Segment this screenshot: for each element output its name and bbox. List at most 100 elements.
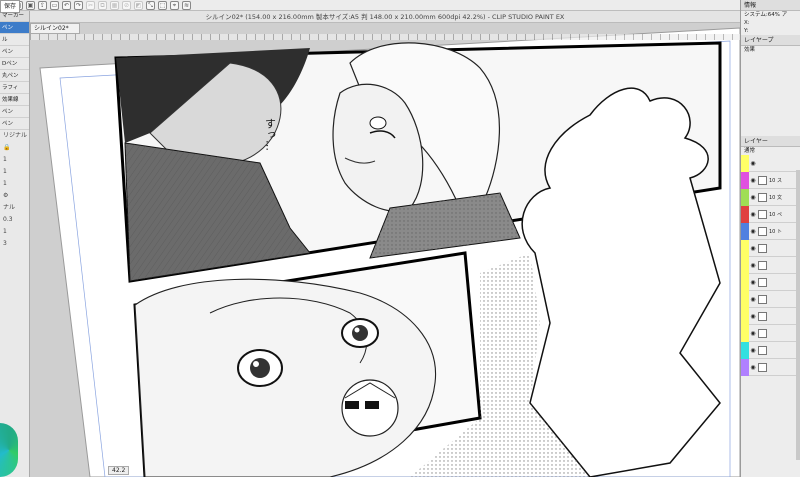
size-value[interactable]: 1 xyxy=(0,178,29,190)
size-value[interactable]: 1 xyxy=(0,154,29,166)
panel-spacer xyxy=(741,54,800,136)
manga-page[interactable]: すっ… xyxy=(30,23,740,477)
tool-item[interactable]: ペン xyxy=(0,118,29,130)
layer-row[interactable]: ◉ xyxy=(741,358,800,376)
layer-thumbnail xyxy=(758,226,767,236)
eye-icon[interactable]: ◉ xyxy=(749,296,757,303)
brush-size-option[interactable]: 1 xyxy=(0,226,29,238)
layer-thumbnail xyxy=(758,260,767,270)
tool-panel: マーカー ペン ル ペン Dペン 丸ペン ラフィ 効果線 ペン ペン リジナル … xyxy=(0,11,30,477)
layer-row[interactable]: ◉ xyxy=(741,290,800,308)
effect-label: 効果 xyxy=(744,47,756,53)
tool-item[interactable]: ラフィ xyxy=(0,82,29,94)
color-wheel[interactable] xyxy=(0,423,18,477)
size-value[interactable]: 1 xyxy=(0,166,29,178)
right-panels: 情報 システム:64% ア X: Y: レイヤープ 効果 レイヤー 通常 ◉ ◉ 1… xyxy=(740,0,800,477)
eye-icon[interactable]: ◉ xyxy=(749,211,757,218)
subtool-header: リジナル xyxy=(3,132,28,139)
layer-thumbnail xyxy=(758,311,767,321)
layers-tab[interactable]: レイヤー xyxy=(741,136,800,147)
brush-size-option[interactable]: 3 xyxy=(0,238,29,250)
layer-property-tab[interactable]: レイヤープ xyxy=(741,35,800,46)
redo-icon[interactable]: ↷ xyxy=(74,0,83,10)
brush-size-option[interactable]: 0.3 xyxy=(0,214,29,226)
eye-icon[interactable]: ◉ xyxy=(749,330,757,337)
eye-icon[interactable]: ◉ xyxy=(749,245,757,252)
layer-color-tag xyxy=(741,188,749,206)
layer-thumbnail xyxy=(758,277,767,287)
coord-y-label: Y: xyxy=(744,28,749,34)
layer-color-tag xyxy=(741,239,749,257)
layer-color-tag xyxy=(741,341,749,359)
layer-stack-icon[interactable]: ≋ xyxy=(182,0,191,10)
layer-thumbnail xyxy=(758,345,767,355)
fill-icon[interactable]: ◩ xyxy=(134,0,143,10)
layer-color-tag xyxy=(741,273,749,291)
layer-color-tag xyxy=(741,324,749,342)
lock-icon[interactable]: 🔒 xyxy=(0,142,29,154)
save-tooltip: 保存 xyxy=(0,0,20,13)
tool-item[interactable]: ペン xyxy=(0,46,29,58)
cut-icon[interactable]: ✂ xyxy=(86,0,95,10)
tool-item[interactable]: 効果線 xyxy=(0,94,29,106)
eye-icon[interactable]: ◉ xyxy=(749,194,757,201)
folder-icon[interactable]: ▭ xyxy=(50,0,59,10)
option-gear-icon[interactable]: ⚙ xyxy=(0,190,29,202)
navigator-tab[interactable]: 情報 xyxy=(741,0,800,11)
layer-color-tag xyxy=(741,222,749,240)
layer-row[interactable]: ◉ xyxy=(741,239,800,257)
layer-row[interactable]: ◉ xyxy=(741,324,800,342)
layer-color-tag xyxy=(741,205,749,223)
layer-scrollbar[interactable] xyxy=(796,170,800,460)
layer-row[interactable]: ◉ 10 文 xyxy=(741,188,800,206)
layer-row[interactable]: ◉ xyxy=(741,154,800,172)
layer-row[interactable]: ◉ xyxy=(741,341,800,359)
snap-icon[interactable]: ⌖ xyxy=(170,0,179,10)
export-icon[interactable]: ⇪ xyxy=(38,0,47,10)
layer-row[interactable]: ◉ 10 ト xyxy=(741,222,800,240)
coord-x-label: X: xyxy=(744,20,750,26)
command-bar: □ ▤ ▣ ⇪ ▭ ↶ ↷ ✂ ⧉ ▦ ⊘ ◩ ⤡ ⬚ ⌖ ≋ xyxy=(0,0,740,11)
layer-thumbnail xyxy=(758,209,767,219)
eye-icon[interactable]: ◉ xyxy=(749,160,757,167)
layer-row[interactable]: ◉ xyxy=(741,307,800,325)
tool-item[interactable]: ペン xyxy=(0,22,29,34)
eye-icon[interactable]: ◉ xyxy=(749,313,757,320)
tool-item[interactable]: ル xyxy=(0,34,29,46)
layer-list: ◉ ◉ 10 ス ◉ 10 文 ◉ 10 ペ ◉ 10 ト ◉ ◉ ◉ ◉ ◉ ◉ ◉ ◉ xyxy=(741,154,800,376)
layer-color-tag xyxy=(741,256,749,274)
layer-color-tag xyxy=(741,307,749,325)
layer-row[interactable]: ◉ 10 ペ xyxy=(741,205,800,223)
transform-icon[interactable]: ⤡ xyxy=(146,0,155,10)
tool-item[interactable]: ペン xyxy=(0,106,29,118)
layer-thumbnail xyxy=(758,175,767,185)
layer-row[interactable]: ◉ 10 ス xyxy=(741,171,800,189)
eye-icon[interactable]: ◉ xyxy=(749,262,757,269)
copy-icon[interactable]: ⧉ xyxy=(98,0,107,10)
layer-color-tag xyxy=(741,154,749,172)
tool-item[interactable]: Dペン xyxy=(0,58,29,70)
layer-color-tag xyxy=(741,171,749,189)
eye-icon[interactable]: ◉ xyxy=(749,364,757,371)
undo-icon[interactable]: ↶ xyxy=(62,0,71,10)
deselect-icon[interactable]: ⬚ xyxy=(158,0,167,10)
eye-icon[interactable]: ◉ xyxy=(749,279,757,286)
layer-row[interactable]: ◉ xyxy=(741,256,800,274)
eye-icon[interactable]: ◉ xyxy=(749,347,757,354)
eye-icon[interactable]: ◉ xyxy=(749,228,757,235)
clear-icon[interactable]: ⊘ xyxy=(122,0,131,10)
canvas-area[interactable]: すっ… 42.2 xyxy=(30,23,740,477)
blend-mode[interactable]: 通常 xyxy=(741,147,800,155)
zoom-readout[interactable]: 42.2 xyxy=(108,466,130,475)
save-icon[interactable]: ▣ xyxy=(26,0,35,10)
tool-item[interactable]: 丸ペン xyxy=(0,70,29,82)
eye-icon[interactable]: ◉ xyxy=(749,177,757,184)
clip-studio-window: □ ▤ ▣ ⇪ ▭ ↶ ↷ ✂ ⧉ ▦ ⊘ ◩ ⤡ ⬚ ⌖ ≋ 保存 シルイン0… xyxy=(0,0,800,477)
layer-thumbnail xyxy=(758,328,767,338)
paste-icon[interactable]: ▦ xyxy=(110,0,119,10)
layer-row[interactable]: ◉ xyxy=(741,273,800,291)
layer-thumbnail xyxy=(758,243,767,253)
layer-thumbnail xyxy=(758,294,767,304)
ruler xyxy=(30,34,740,40)
file-tab[interactable]: シルイン02* xyxy=(30,23,80,34)
